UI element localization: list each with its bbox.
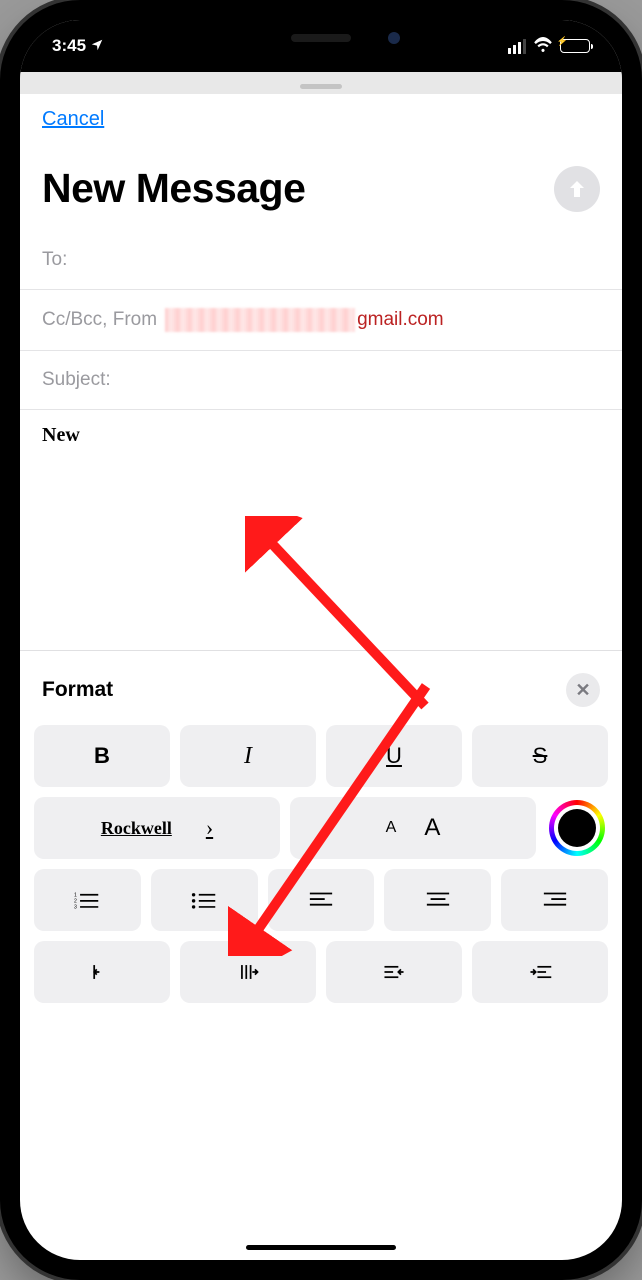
underline-button[interactable]: U — [326, 725, 462, 787]
cancel-button[interactable]: Cancel — [42, 108, 104, 130]
text-color-button[interactable] — [546, 797, 608, 859]
location-icon — [90, 38, 104, 55]
align-center-icon — [425, 890, 451, 910]
decrease-quote-icon — [381, 962, 407, 982]
numbered-list-icon: 123 — [74, 890, 100, 910]
chevron-right-icon: › — [206, 815, 213, 841]
format-panel-title: Format — [42, 678, 113, 702]
battery-icon — [560, 39, 590, 53]
format-keyboard: B I U S Rockwell › A A — [20, 721, 622, 1015]
outdent-button[interactable] — [34, 941, 170, 1003]
to-field[interactable]: To: — [20, 230, 622, 290]
sheet-background — [20, 72, 622, 94]
font-name-label: Rockwell — [101, 818, 172, 839]
close-format-button[interactable]: ✕ — [566, 673, 600, 707]
align-left-icon — [308, 890, 334, 910]
bullet-list-button[interactable] — [151, 869, 258, 931]
notch — [206, 20, 436, 56]
svg-text:3: 3 — [74, 905, 77, 910]
screen: 3:45 Cancel — [20, 20, 622, 1260]
sheet-grabber[interactable] — [300, 84, 342, 89]
outdent-icon — [89, 962, 115, 982]
increase-quote-button[interactable] — [472, 941, 608, 1003]
close-icon: ✕ — [575, 680, 590, 701]
numbered-list-button[interactable]: 123 — [34, 869, 141, 931]
cellular-icon — [508, 39, 527, 54]
svg-text:2: 2 — [74, 899, 77, 905]
body-text: New — [42, 424, 80, 446]
italic-button[interactable]: I — [180, 725, 316, 787]
indent-button[interactable] — [180, 941, 316, 1003]
align-right-button[interactable] — [501, 869, 608, 931]
bullet-list-icon — [191, 890, 217, 910]
redacted-email — [165, 308, 355, 332]
align-left-button[interactable] — [268, 869, 375, 931]
font-size-small-icon: A — [386, 819, 397, 837]
page-title: New Message — [42, 165, 305, 212]
subject-field[interactable]: Subject: — [20, 351, 622, 410]
from-email-domain: gmail.com — [357, 309, 444, 331]
arrow-up-icon — [565, 177, 589, 201]
subject-label: Subject: — [42, 369, 111, 391]
status-time: 3:45 — [52, 36, 86, 56]
wifi-icon — [533, 36, 553, 57]
strikethrough-button[interactable]: S — [472, 725, 608, 787]
home-indicator[interactable] — [246, 1245, 396, 1250]
font-size-large-icon: A — [424, 814, 440, 842]
bold-button[interactable]: B — [34, 725, 170, 787]
color-swatch-icon — [558, 809, 596, 847]
indent-icon — [235, 962, 261, 982]
font-picker-button[interactable]: Rockwell › — [34, 797, 280, 859]
ccbcc-label: Cc/Bcc, From — [42, 309, 157, 331]
align-right-icon — [542, 890, 568, 910]
message-body[interactable]: New — [20, 410, 622, 650]
phone-frame: 3:45 Cancel — [0, 0, 642, 1280]
svg-text:1: 1 — [74, 893, 77, 899]
to-label: To: — [42, 249, 67, 271]
font-size-button[interactable]: A A — [290, 797, 536, 859]
decrease-quote-button[interactable] — [326, 941, 462, 1003]
send-button[interactable] — [554, 166, 600, 212]
align-center-button[interactable] — [384, 869, 491, 931]
ccbcc-field[interactable]: Cc/Bcc, From gmail.com — [20, 290, 622, 351]
increase-quote-icon — [527, 962, 553, 982]
